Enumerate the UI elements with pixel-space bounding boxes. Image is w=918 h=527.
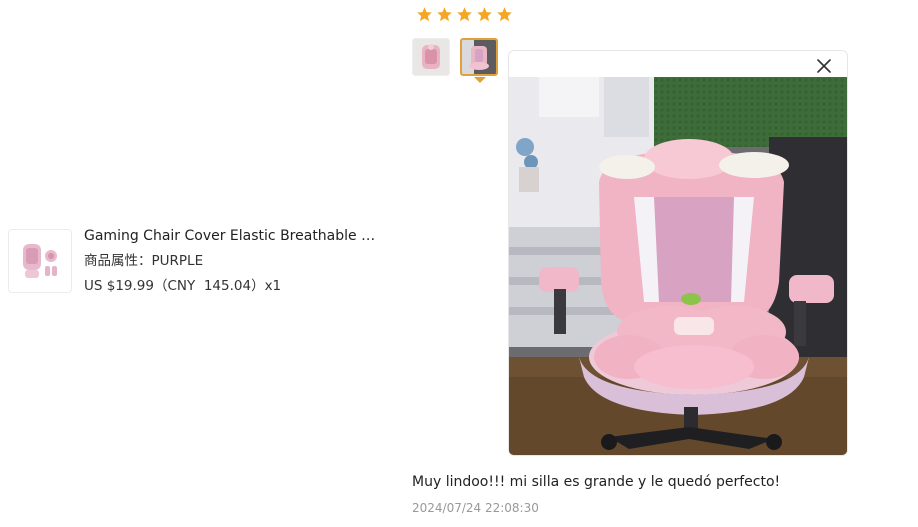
star-icon — [437, 7, 452, 22]
pink-gaming-chair-photo — [509, 77, 847, 455]
star-icon — [417, 7, 432, 22]
review-text: Muy lindoo!!! mi silla es grande y le qu… — [412, 474, 781, 490]
pink-chair-photo-thumbnail-icon — [413, 39, 449, 75]
selected-thumbnail-pointer — [474, 77, 486, 83]
review-date: 2024/07/24 22:08:30 — [412, 501, 539, 515]
chair-cover-image — [23, 244, 57, 278]
close-icon[interactable] — [813, 55, 835, 77]
star-icon — [497, 7, 512, 22]
product-attribute: 商品属性：PURPLE — [84, 253, 204, 269]
product-title[interactable]: Gaming Chair Cover Elastic Breathable Du… — [84, 226, 380, 246]
review-photo-thumbnail[interactable] — [412, 38, 450, 76]
review-photo-viewer — [508, 50, 848, 456]
star-icon — [477, 7, 492, 22]
star-icon — [457, 7, 472, 22]
product-thumbnail[interactable] — [8, 229, 72, 293]
product-price: US $19.99（CNY 145.04）x1 — [84, 278, 282, 294]
rating-stars — [416, 6, 513, 23]
pink-chair-photo-thumbnail-icon — [462, 40, 496, 74]
review-photo-thumbnail-selected[interactable] — [460, 38, 498, 76]
